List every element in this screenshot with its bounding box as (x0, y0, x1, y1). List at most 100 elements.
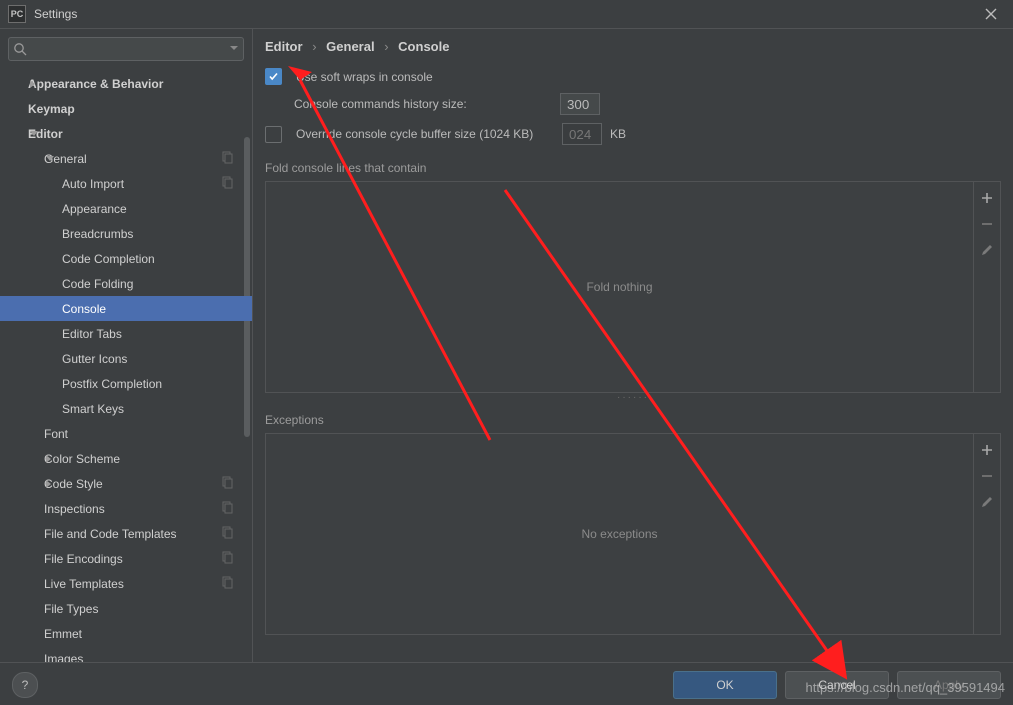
help-button[interactable]: ? (12, 672, 38, 698)
breadcrumb-part[interactable]: Console (398, 39, 449, 54)
tree-item-label: Appearance & Behavior (28, 77, 163, 91)
tree-item-label: Code Folding (62, 277, 133, 291)
tree-item-label: Gutter Icons (62, 352, 127, 366)
close-button[interactable] (977, 0, 1005, 28)
tree-item-label: Postfix Completion (62, 377, 162, 391)
chevron-right-icon: › (312, 39, 316, 54)
tree-item-postfix-completion[interactable]: Postfix Completion (0, 371, 252, 396)
tree-item-emmet[interactable]: Emmet (0, 621, 252, 646)
search-history-icon[interactable] (230, 46, 238, 50)
tree-item-file-and-code-templates[interactable]: File and Code Templates (0, 521, 252, 546)
apply-button[interactable]: Apply (897, 671, 1001, 699)
copy-icon (220, 151, 234, 165)
chevron-down-icon[interactable] (46, 156, 54, 161)
fold-list-panel: Fold nothing (265, 181, 1001, 393)
tree-item-keymap[interactable]: Keymap (0, 96, 252, 121)
tree-item-live-templates[interactable]: Live Templates (0, 571, 252, 596)
remove-button[interactable] (979, 468, 995, 484)
pencil-icon (980, 243, 994, 257)
tree-item-label: Color Scheme (44, 452, 120, 466)
tree-item-label: Keymap (28, 102, 75, 116)
tree-item-label: Appearance (62, 202, 127, 216)
fold-empty-text: Fold nothing (266, 182, 973, 392)
edit-button[interactable] (979, 242, 995, 258)
soft-wraps-label: Use soft wraps in console (296, 70, 433, 84)
tree-item-label: Console (62, 302, 106, 316)
tree-item-smart-keys[interactable]: Smart Keys (0, 396, 252, 421)
soft-wraps-checkbox[interactable] (265, 68, 282, 85)
override-buffer-checkbox[interactable] (265, 126, 282, 143)
fold-section-title: Fold console lines that contain (253, 149, 1013, 181)
copy-icon (220, 551, 234, 565)
cancel-button[interactable]: Cancel (785, 671, 889, 699)
pencil-icon (980, 495, 994, 509)
close-icon (985, 8, 997, 20)
search-field[interactable] (8, 37, 244, 61)
app-icon: PC (8, 5, 26, 23)
tree-item-gutter-icons[interactable]: Gutter Icons (0, 346, 252, 371)
content-pane: Editor › General › Console Use soft wrap… (253, 29, 1013, 662)
chevron-right-icon: › (384, 39, 388, 54)
override-buffer-label: Override console cycle buffer size (1024… (296, 127, 554, 141)
tree-item-editor[interactable]: Editor (0, 121, 252, 146)
search-input[interactable] (8, 37, 244, 61)
fold-toolbar (973, 182, 1000, 392)
titlebar: PC Settings (0, 0, 1013, 29)
chevron-right-icon[interactable] (46, 480, 51, 488)
tree-item-code-style[interactable]: Code Style (0, 471, 252, 496)
edit-button[interactable] (979, 494, 995, 510)
ok-button[interactable]: OK (673, 671, 777, 699)
plus-icon (980, 443, 994, 457)
tree-item-label: Code Style (44, 477, 103, 491)
override-buffer-input (562, 123, 602, 145)
copy-icon (220, 576, 234, 590)
tree-item-font[interactable]: Font (0, 421, 252, 446)
chevron-right-icon[interactable] (46, 455, 51, 463)
copy-icon (220, 526, 234, 540)
tree-item-code-folding[interactable]: Code Folding (0, 271, 252, 296)
tree-item-appearance-behavior[interactable]: Appearance & Behavior (0, 71, 252, 96)
copy-icon (220, 176, 234, 190)
minus-icon (980, 217, 994, 231)
tree-item-label: Inspections (44, 502, 105, 516)
dialog-footer: ? OK Cancel Apply (0, 662, 1013, 705)
breadcrumb-part[interactable]: General (326, 39, 374, 54)
tree-item-appearance[interactable]: Appearance (0, 196, 252, 221)
history-size-label: Console commands history size: (294, 97, 552, 111)
tree-item-images[interactable]: Images (0, 646, 252, 662)
tree-item-file-types[interactable]: File Types (0, 596, 252, 621)
breadcrumb-part[interactable]: Editor (265, 39, 303, 54)
tree-item-auto-import[interactable]: Auto Import (0, 171, 252, 196)
tree-item-inspections[interactable]: Inspections (0, 496, 252, 521)
tree-item-label: Editor Tabs (62, 327, 122, 341)
tree-item-code-completion[interactable]: Code Completion (0, 246, 252, 271)
tree-item-label: Code Completion (62, 252, 155, 266)
tree-item-general[interactable]: General (0, 146, 252, 171)
add-button[interactable] (979, 190, 995, 206)
tree-item-label: Breadcrumbs (62, 227, 133, 241)
tree-item-label: File and Code Templates (44, 527, 177, 541)
tree-item-editor-tabs[interactable]: Editor Tabs (0, 321, 252, 346)
add-button[interactable] (979, 442, 995, 458)
chevron-right-icon[interactable] (30, 80, 35, 88)
tree-item-label: Images (44, 652, 83, 663)
tree-item-color-scheme[interactable]: Color Scheme (0, 446, 252, 471)
check-icon (268, 71, 279, 82)
tree-item-label: Font (44, 427, 68, 441)
tree-item-file-encodings[interactable]: File Encodings (0, 546, 252, 571)
minus-icon (980, 469, 994, 483)
history-size-input[interactable] (560, 93, 600, 115)
breadcrumb: Editor › General › Console (253, 39, 1013, 64)
settings-tree[interactable]: Appearance & Behavior Keymap EditorGeneral… (0, 67, 252, 662)
tree-item-label: Live Templates (44, 577, 124, 591)
override-buffer-suffix: KB (610, 127, 626, 141)
tree-item-label: Smart Keys (62, 402, 124, 416)
tree-item-breadcrumbs[interactable]: Breadcrumbs (0, 221, 252, 246)
chevron-down-icon[interactable] (30, 131, 38, 136)
drag-handle[interactable]: ······ (253, 393, 1013, 401)
tree-item-console[interactable]: Console (0, 296, 252, 321)
tree-item-label: Emmet (44, 627, 82, 641)
plus-icon (980, 191, 994, 205)
remove-button[interactable] (979, 216, 995, 232)
tree-item-label: Auto Import (62, 177, 124, 191)
